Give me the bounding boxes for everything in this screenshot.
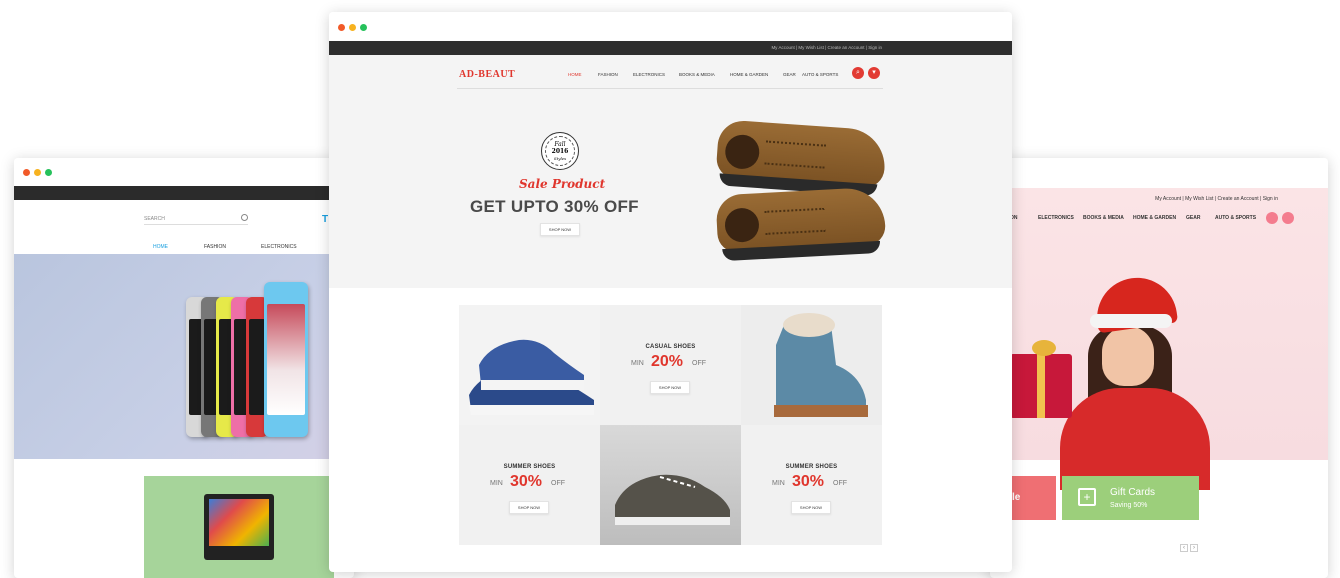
account-links[interactable]: My Account | My Wish List | Create an Ac… <box>771 45 882 50</box>
nav-fashion[interactable]: FASHION <box>204 244 226 250</box>
tile-shop-now-button[interactable]: SHOP NOW <box>509 501 549 514</box>
tile-min: MIN <box>631 360 644 367</box>
right-browser-window: My Account | My Wish List | Create an Ac… <box>990 158 1328 578</box>
window-chrome <box>14 158 354 186</box>
close-dot[interactable] <box>23 169 30 176</box>
nav-home-garden[interactable]: HOME & GARDEN <box>1133 215 1176 221</box>
tile-min: MIN <box>490 480 503 487</box>
nav-fashion[interactable]: FASHION <box>598 72 618 77</box>
tile-title: SUMMER SHOES <box>785 464 838 470</box>
nav-books-media[interactable]: BOOKS & MEDIA <box>679 72 715 77</box>
boot-bottom <box>715 186 887 262</box>
badge-line2: 2016 <box>551 148 569 155</box>
woman-body <box>1060 388 1210 490</box>
nav-books-media[interactable]: BOOKS & MEDIA <box>1083 215 1124 221</box>
tile-title: SUMMER SHOES <box>503 464 556 470</box>
nav-home[interactable]: HOME <box>153 244 168 250</box>
category-grid: CASUAL SHOES MIN 20% OFF SHOP NOW SUMMER… <box>459 305 882 545</box>
hero-subtitle: Sale Product <box>519 177 606 191</box>
nav-electronics[interactable]: ELECTRONICS <box>633 72 665 77</box>
ipod-blue <box>264 282 308 437</box>
nav-electronics[interactable]: ELECTRONICS <box>1038 215 1074 221</box>
left-browser-window: SEARCH T HOME FASHION ELECTRONICS <box>14 158 354 578</box>
tile-shop-now-button[interactable]: SHOP NOW <box>650 381 690 394</box>
nav-home[interactable]: HOME <box>568 72 582 77</box>
gift-cards-promo[interactable]: + Gift Cards Saving 50% <box>1062 476 1199 520</box>
tile-off: OFF <box>551 480 565 487</box>
nav-gear[interactable]: GEAR <box>783 72 796 77</box>
gift-icon: + <box>1078 488 1096 506</box>
tile-off: OFF <box>692 360 706 367</box>
blue-sneaker-photo[interactable] <box>459 305 600 425</box>
nav-electronics[interactable]: ELECTRONICS <box>261 244 297 250</box>
minimize-dot[interactable] <box>349 24 356 31</box>
badge-line3: Styles <box>553 156 567 161</box>
nav-auto-sports[interactable]: AUTO & SPORTS <box>1215 215 1256 221</box>
tile-percent: 30% <box>510 473 543 490</box>
gift-box <box>1010 354 1072 418</box>
tile-percent: 30% <box>792 473 825 490</box>
hero-shop-now-button[interactable]: SHOP NOW <box>540 223 580 236</box>
gift-cards-title: Gift Cards <box>1110 487 1156 498</box>
tablet-promo[interactable] <box>144 476 334 578</box>
nav-auto-sports[interactable]: AUTO & SPORTS <box>802 72 838 77</box>
window-chrome <box>329 12 1012 42</box>
top-bar: My Account | My Wish List | Create an Ac… <box>329 41 1012 55</box>
maximize-dot[interactable] <box>360 24 367 31</box>
prev-arrow-icon[interactable]: ‹ <box>1180 544 1188 552</box>
search-icon[interactable] <box>241 214 248 221</box>
nav-gear[interactable]: GEAR <box>1186 215 1200 221</box>
hero-title: GET UPTO 30% OFF <box>470 197 639 216</box>
window-chrome <box>990 158 1328 188</box>
account-links[interactable]: My Account | My Wish List | Create an Ac… <box>1155 196 1278 202</box>
gift-bow <box>1032 340 1056 356</box>
tile-title: CASUAL SHOES <box>645 344 696 350</box>
woman-face <box>1102 326 1154 386</box>
winter-boot-photo[interactable] <box>741 305 882 425</box>
minimize-dot[interactable] <box>34 169 41 176</box>
center-browser-window: My Account | My Wish List | Create an Ac… <box>329 12 1012 572</box>
casual-shoes-tile[interactable]: CASUAL SHOES MIN 20% OFF SHOP NOW <box>600 305 741 425</box>
logo[interactable]: AD-BEAUT <box>459 69 515 80</box>
search-placeholder: SEARCH <box>144 216 165 222</box>
tile-percent: 20% <box>651 353 684 370</box>
badge-line1: Fall <box>554 141 566 148</box>
fall-styles-badge: Fall 2016 Styles <box>541 132 579 170</box>
header-divider <box>457 88 883 89</box>
gray-sneaker-photo[interactable] <box>600 425 741 545</box>
hero-section: AD-BEAUT HOME FASHION ELECTRONICS BOOKS … <box>329 55 1012 288</box>
tablet-image <box>204 494 274 560</box>
search-input[interactable]: SEARCH <box>144 213 248 225</box>
tile-shop-now-button[interactable]: SHOP NOW <box>791 501 831 514</box>
hero-banner-christmas <box>990 188 1328 490</box>
cart-icon[interactable] <box>1282 212 1294 224</box>
santa-hat-fur <box>1090 314 1172 328</box>
nav-home-garden[interactable]: HOME & GARDEN <box>730 72 768 77</box>
close-dot[interactable] <box>338 24 345 31</box>
summer-shoes-tile-right[interactable]: SUMMER SHOES MIN 30% OFF SHOP NOW <box>741 425 882 545</box>
gift-cards-sub: Saving 50% <box>1110 502 1148 509</box>
summer-shoes-tile-left[interactable]: SUMMER SHOES MIN 30% OFF SHOP NOW <box>459 425 600 545</box>
cart-icon[interactable]: ▾ <box>868 67 880 79</box>
hero-banner-ipods <box>14 254 354 459</box>
boot-top <box>715 119 888 197</box>
top-bar <box>14 186 354 200</box>
maximize-dot[interactable] <box>45 169 52 176</box>
tile-min: MIN <box>772 480 785 487</box>
search-icon[interactable]: ⌕ <box>852 67 864 79</box>
main-nav: HOME FASHION ELECTRONICS <box>14 241 354 255</box>
tile-off: OFF <box>833 480 847 487</box>
next-arrow-icon[interactable]: › <box>1190 544 1198 552</box>
search-icon[interactable] <box>1266 212 1278 224</box>
